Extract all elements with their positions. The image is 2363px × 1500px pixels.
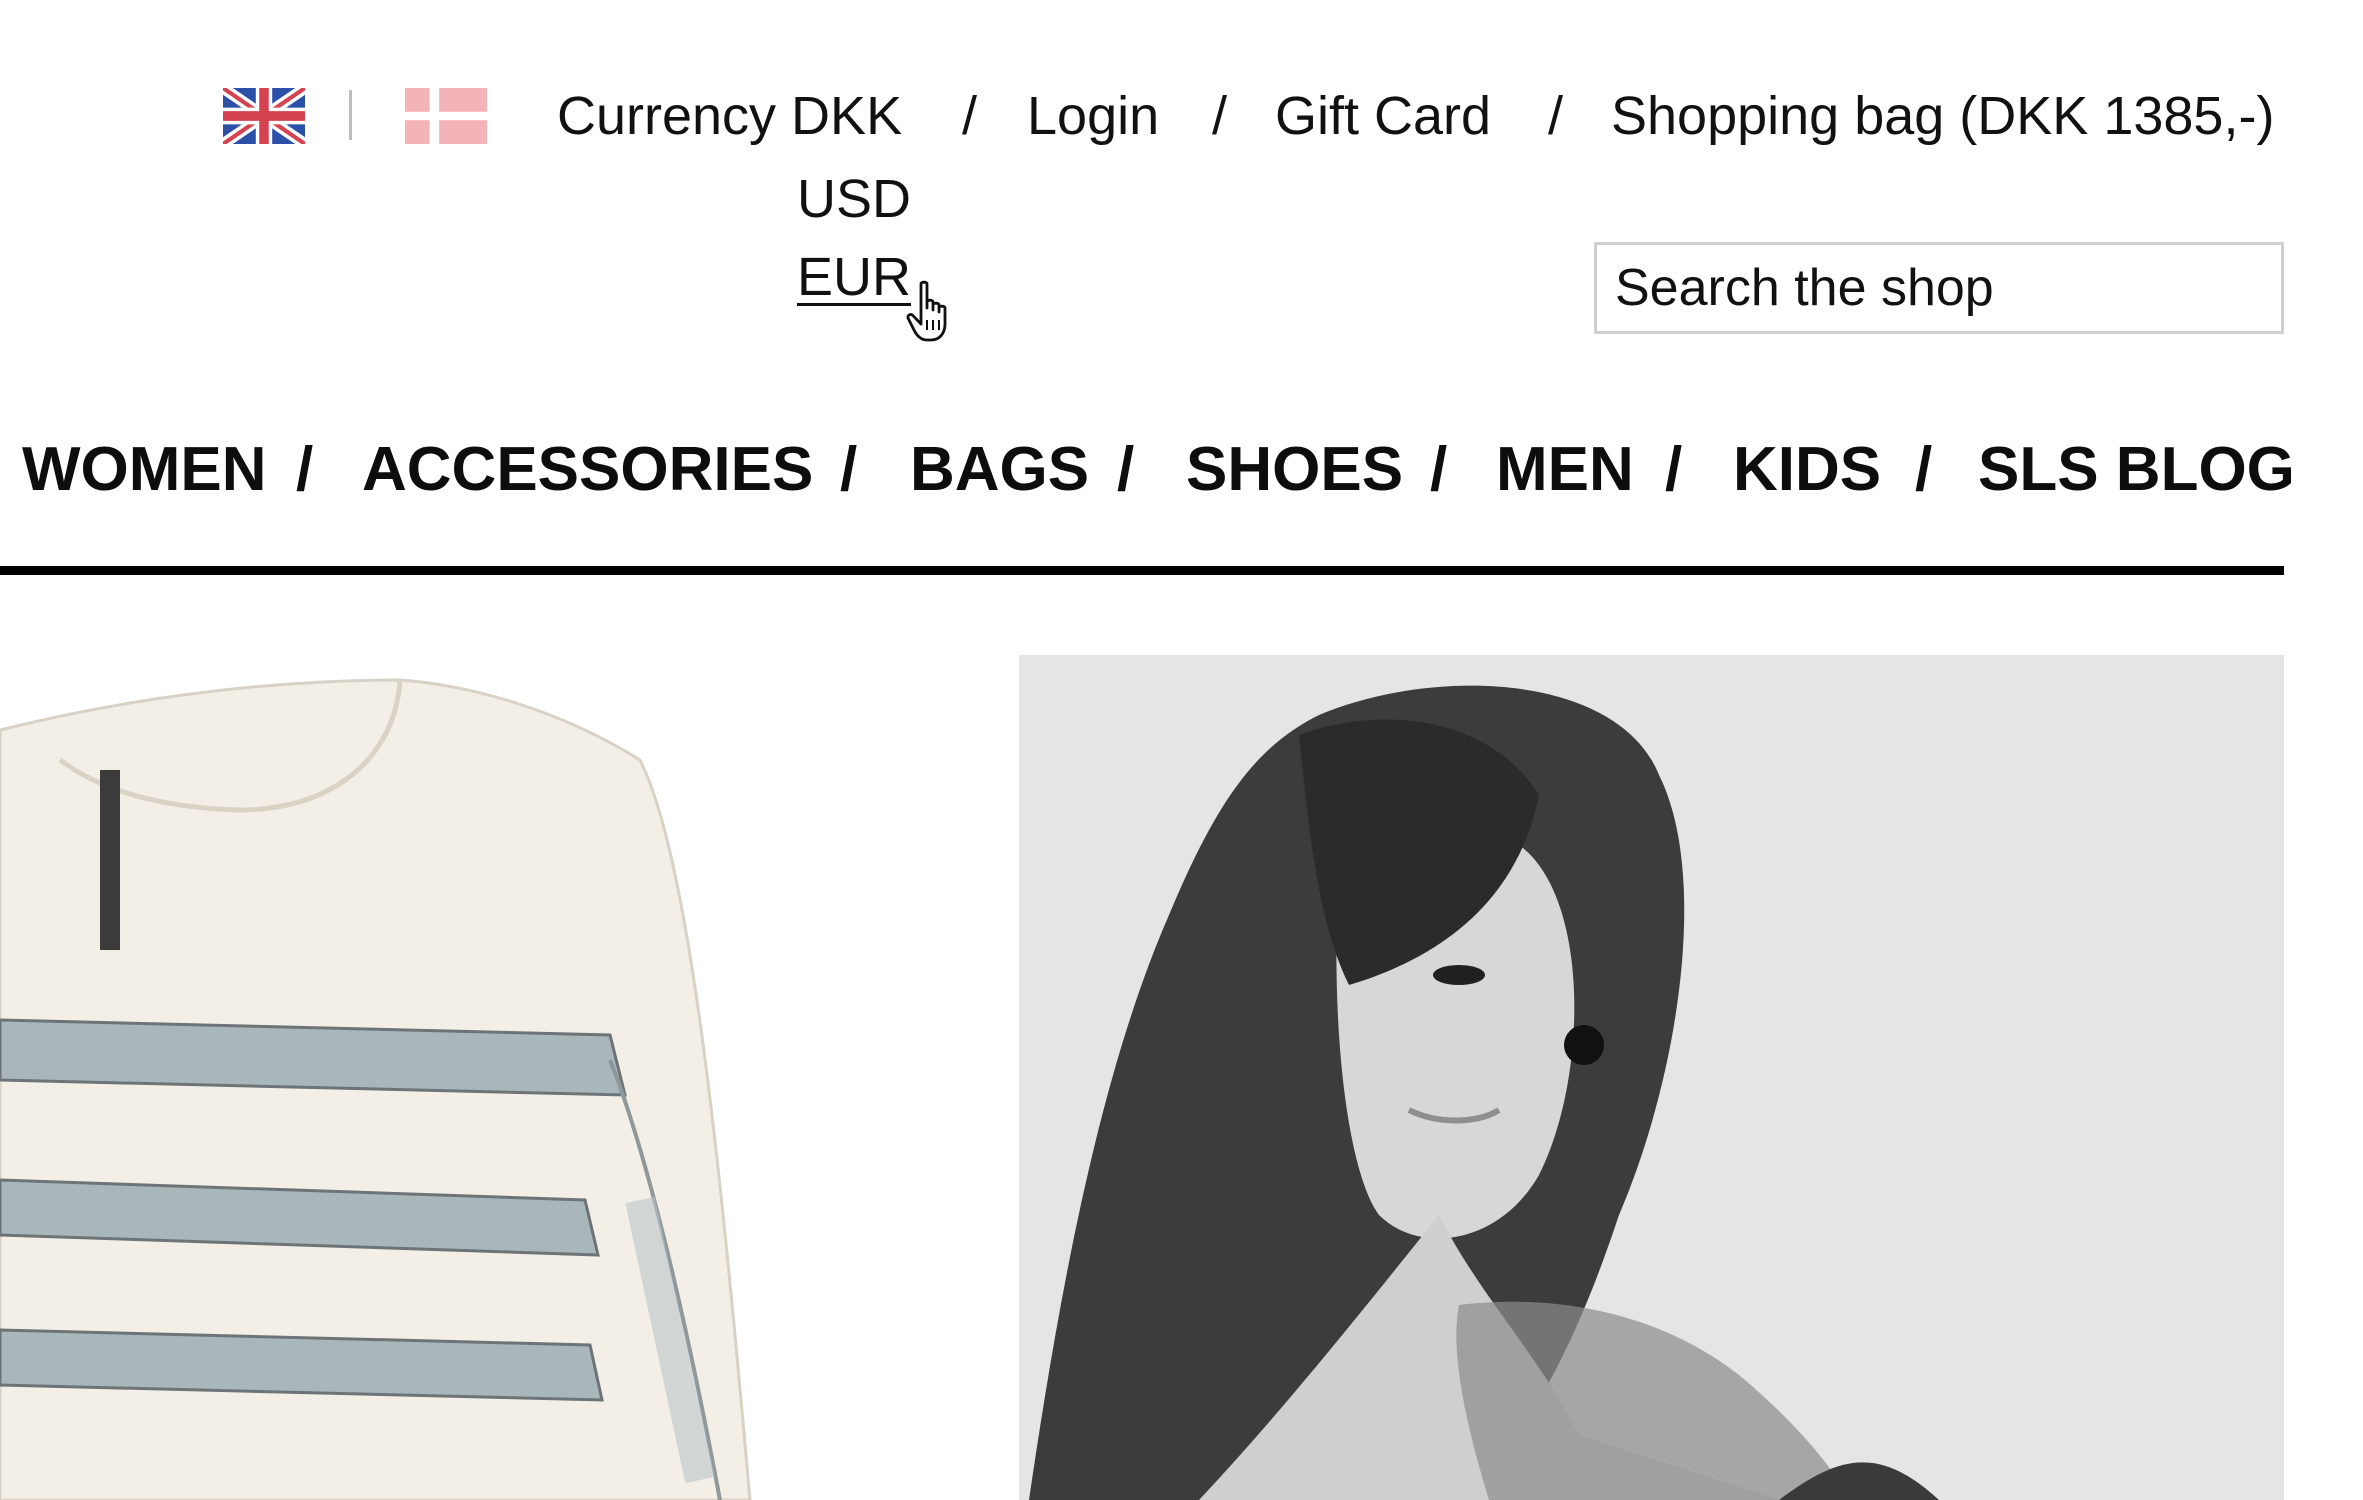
nav-item-men[interactable]: MEN xyxy=(1496,432,1634,508)
language-divider xyxy=(349,90,352,140)
nav-item-shoes[interactable]: SHOES xyxy=(1186,432,1403,508)
uk-flag-icon[interactable] xyxy=(223,88,305,144)
login-link[interactable]: Login xyxy=(1027,84,1159,148)
nav-item-women[interactable]: WOMEN xyxy=(22,432,267,508)
nav-item-bags[interactable]: BAGS xyxy=(910,432,1089,508)
nav-separator: / xyxy=(1117,435,1135,504)
nav-divider xyxy=(0,566,2284,575)
nav-item-kids[interactable]: KIDS xyxy=(1733,432,1881,508)
nav-item-sls-blog[interactable]: SLS BLOG xyxy=(1978,432,2295,508)
nav-separator: / xyxy=(1665,435,1683,504)
util-separator: / xyxy=(962,86,978,146)
nav-separator: / xyxy=(840,435,858,504)
nav-separator: / xyxy=(296,435,314,504)
shopping-bag-link[interactable]: Shopping bag (DKK 1385,-) xyxy=(1611,84,2274,148)
nav-separator: / xyxy=(1915,435,1933,504)
hand-cursor-icon xyxy=(905,280,957,344)
util-separator: / xyxy=(1548,86,1564,146)
model-photo[interactable] xyxy=(1019,655,2284,1500)
search-input[interactable] xyxy=(1594,242,2284,334)
denmark-flag-icon[interactable] xyxy=(405,88,487,144)
currency-selector[interactable]: Currency DKK xyxy=(557,84,902,148)
nav-separator: / xyxy=(1430,435,1448,504)
util-separator: / xyxy=(1212,86,1228,146)
currency-dropdown: USD EUR xyxy=(797,160,911,316)
currency-option-eur[interactable]: EUR xyxy=(797,238,911,316)
nav-item-accessories[interactable]: ACCESSORIES xyxy=(362,432,813,508)
currency-option-usd[interactable]: USD xyxy=(797,160,911,238)
gift-card-link[interactable]: Gift Card xyxy=(1275,84,1491,148)
striped-sweater-image[interactable] xyxy=(0,640,760,1500)
